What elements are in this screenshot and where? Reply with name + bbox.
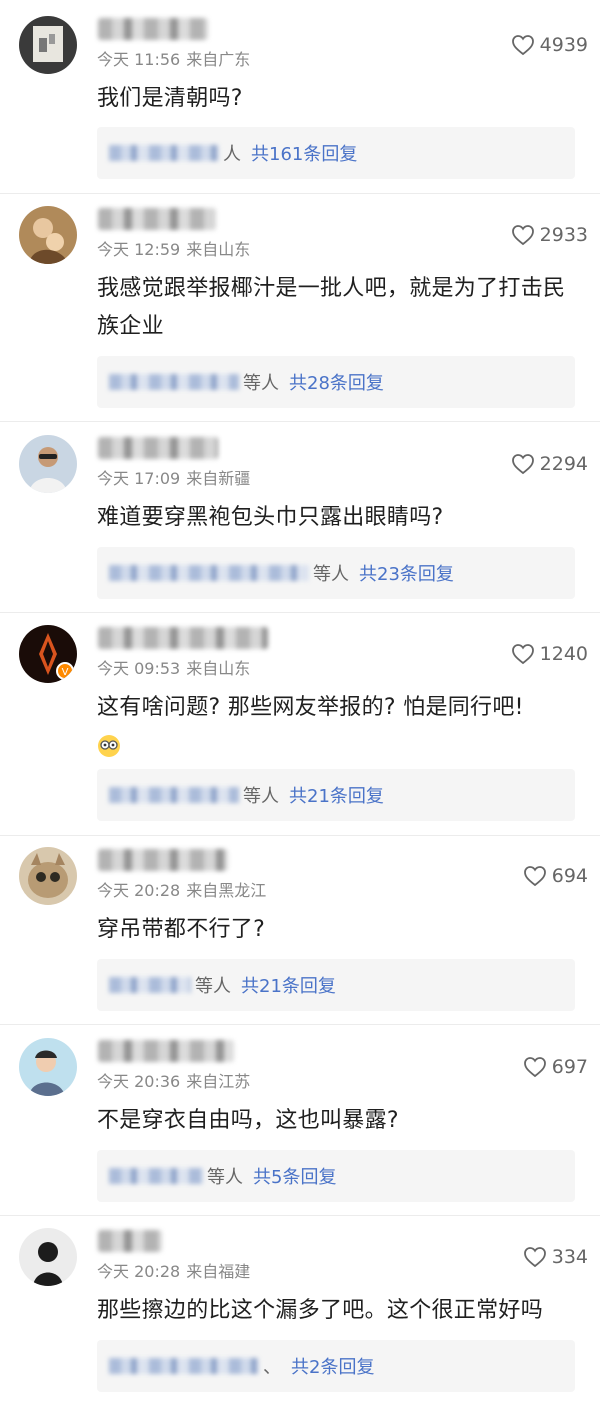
reply-suffix: 等人 [195, 976, 231, 997]
like-button[interactable]: 694 [523, 865, 588, 887]
reply-suffix: 等人 [243, 786, 279, 807]
reply-suffix: 、 [263, 1357, 281, 1378]
comment-time: 今天 11:56 [97, 50, 181, 69]
svg-text:V: V [62, 667, 69, 678]
reply-suffix: 等人 [243, 373, 279, 394]
divider [0, 612, 600, 613]
comment-time: 今天 12:59 [97, 240, 181, 259]
username[interactable] [98, 1230, 162, 1252]
comment-meta: 今天 12:59 来自山东 [97, 236, 250, 260]
reply-suffix: 等人 [313, 564, 349, 585]
reply-summary[interactable]: 等人 共23条回复 [97, 547, 575, 599]
username[interactable] [98, 1040, 234, 1062]
reply-users [109, 977, 191, 993]
like-button[interactable]: 334 [523, 1246, 588, 1268]
comment-text: 这有啥问题? 那些网友举报的? 怕是同行吧! [97, 695, 524, 720]
like-count: 2933 [539, 224, 588, 246]
avatar[interactable] [19, 1228, 77, 1286]
comment-location: 来自福建 [186, 1262, 251, 1281]
comment-meta: 今天 09:53 来自山东 [97, 655, 250, 679]
reply-summary[interactable]: 等人 共5条回复 [97, 1150, 575, 1202]
avatar[interactable] [19, 847, 77, 905]
reply-summary[interactable]: 、 共2条回复 [97, 1340, 575, 1392]
reply-users [109, 1358, 259, 1374]
divider [0, 835, 600, 836]
username[interactable] [98, 208, 216, 230]
comment-meta: 今天 20:28 来自福建 [97, 1258, 250, 1282]
avatar[interactable] [19, 435, 77, 493]
comment-text: 穿吊带都不行了? [97, 917, 266, 942]
like-count: 694 [551, 865, 588, 887]
heart-icon [523, 866, 546, 887]
reply-summary[interactable]: 等人 共28条回复 [97, 356, 575, 408]
reply-count-link[interactable]: 共5条回复 [253, 1163, 336, 1189]
username[interactable] [98, 627, 268, 649]
divider [0, 193, 600, 194]
comment-time: 今天 20:36 [97, 1072, 181, 1091]
like-count: 1240 [539, 643, 588, 665]
like-count: 2294 [539, 453, 588, 475]
reply-suffix: 人 [223, 144, 241, 165]
avatar[interactable] [19, 1038, 77, 1096]
like-button[interactable]: 2294 [511, 453, 588, 475]
like-count: 334 [551, 1246, 588, 1268]
reply-suffix: 等人 [207, 1167, 243, 1188]
avatar[interactable]: V [19, 625, 77, 683]
comment-location: 来自山东 [186, 659, 251, 678]
reply-count-link[interactable]: 共28条回复 [289, 369, 384, 395]
reply-count-link[interactable]: 共161条回复 [251, 140, 357, 166]
comment-time: 今天 09:53 [97, 659, 181, 678]
heart-icon [511, 225, 534, 246]
comment-text: 那些擦边的比这个漏多了吧。这个很正常好吗 [97, 1298, 544, 1323]
like-button[interactable]: 2933 [511, 224, 588, 246]
reply-users [109, 145, 219, 161]
reply-count-link[interactable]: 共2条回复 [291, 1353, 374, 1379]
avatar[interactable] [19, 16, 77, 74]
reply-count-link[interactable]: 共21条回复 [289, 782, 384, 808]
comment-text: 我感觉跟举报椰汁是一批人吧，就是为了打击民族企业 [97, 276, 566, 339]
comment-location: 来自山东 [186, 240, 251, 259]
comment-text: 难道要穿黑袍包头巾只露出眼睛吗? [97, 505, 444, 530]
reply-count-link[interactable]: 共21条回复 [241, 972, 336, 998]
comment-time: 今天 20:28 [97, 1262, 181, 1281]
heart-icon [523, 1057, 546, 1078]
comment-text: 我们是清朝吗? [97, 86, 243, 111]
comment-location: 来自新疆 [186, 469, 251, 488]
glasses-emoji-icon [98, 735, 120, 757]
divider [0, 421, 600, 422]
reply-users [109, 787, 239, 803]
comment-meta: 今天 17:09 来自新疆 [97, 465, 250, 489]
avatar[interactable] [19, 206, 77, 264]
reply-summary[interactable]: 人 共161条回复 [97, 127, 575, 179]
divider [0, 1215, 600, 1216]
heart-icon [511, 644, 534, 665]
like-button[interactable]: 4939 [511, 34, 588, 56]
comment-time: 今天 20:28 [97, 881, 181, 900]
like-count: 697 [551, 1056, 588, 1078]
comment-location: 来自广东 [186, 50, 251, 69]
comment-meta: 今天 20:28 来自黑龙江 [97, 877, 266, 901]
like-button[interactable]: 1240 [511, 643, 588, 665]
reply-summary[interactable]: 等人 共21条回复 [97, 959, 575, 1011]
username[interactable] [98, 849, 228, 871]
like-count: 4939 [539, 34, 588, 56]
reply-summary[interactable]: 等人 共21条回复 [97, 769, 575, 821]
comment-location: 来自黑龙江 [186, 881, 267, 900]
comment-time: 今天 17:09 [97, 469, 181, 488]
reply-users [109, 1168, 203, 1184]
comment-text: 不是穿衣自由吗，这也叫暴露? [97, 1108, 399, 1133]
reply-count-link[interactable]: 共23条回复 [359, 560, 454, 586]
comment-location: 来自江苏 [186, 1072, 251, 1091]
like-button[interactable]: 697 [523, 1056, 588, 1078]
reply-users [109, 374, 239, 390]
comment-meta: 今天 11:56 来自广东 [97, 46, 250, 70]
comment-meta: 今天 20:36 来自江苏 [97, 1068, 250, 1092]
heart-icon [523, 1247, 546, 1268]
heart-icon [511, 454, 534, 475]
username[interactable] [98, 437, 218, 459]
username[interactable] [98, 18, 208, 40]
reply-users [109, 565, 309, 581]
heart-icon [511, 35, 534, 56]
divider [0, 1024, 600, 1025]
